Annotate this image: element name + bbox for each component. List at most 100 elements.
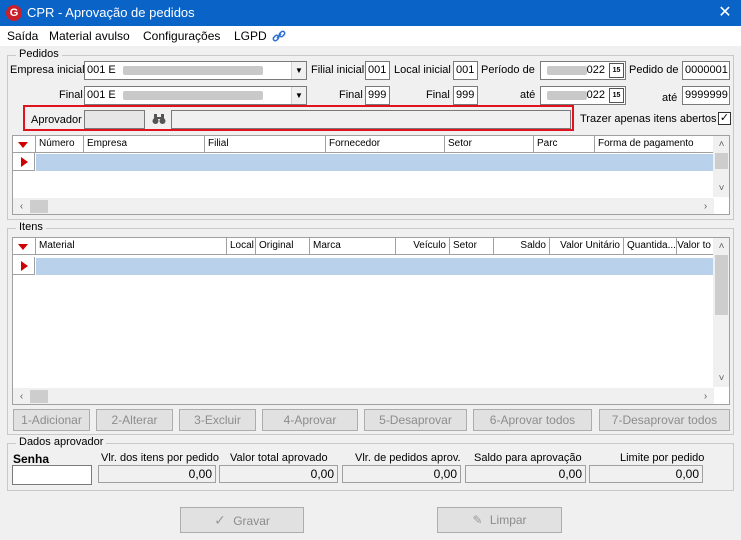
limpar-button[interactable]: ✎ Limpar	[437, 507, 562, 533]
desaprovar-button[interactable]: 5-Desaprovar	[364, 409, 467, 431]
aprovador-code-input[interactable]	[84, 110, 145, 129]
itens-grid-header: Material Local Original Marca Veículo Se…	[13, 238, 714, 255]
pedido-de-label: Pedido de	[629, 64, 679, 76]
periodo-de-label: Período de	[481, 64, 535, 76]
pedido-de-input[interactable]: 0000001	[682, 61, 730, 80]
scroll-right-icon[interactable]: ›	[697, 388, 714, 404]
vlr-itens-label: Vlr. dos itens por pedido	[101, 452, 220, 464]
scroll-down-icon[interactable]: ˅	[713, 370, 729, 387]
col-filial[interactable]: Filial	[205, 136, 326, 153]
col-material[interactable]: Material	[36, 238, 227, 255]
col-quantidade[interactable]: Quantida...	[624, 238, 677, 255]
col-local[interactable]: Local	[227, 238, 256, 255]
row-indicator	[13, 257, 35, 275]
empresa-inicial-label: Empresa inicial	[10, 64, 85, 76]
col-forma-pagamento[interactable]: Forma de pagamento	[595, 136, 714, 153]
scroll-up-icon[interactable]: ˄	[713, 238, 729, 255]
vlr-itens-value: 0,00	[98, 465, 216, 483]
chevron-down-icon[interactable]: ▼	[291, 87, 306, 104]
grid-menu-button[interactable]	[13, 238, 36, 255]
calendar-icon[interactable]: 15	[609, 88, 624, 103]
saldo-label: Saldo para aprovação	[474, 452, 582, 464]
row-indicator	[13, 153, 35, 171]
local-final-label: Final	[426, 89, 450, 101]
dados-aprovador-legend: Dados aprovador	[16, 436, 107, 448]
filial-inicial-label: Filial inicial	[311, 64, 365, 76]
close-icon[interactable]: ✕	[714, 2, 736, 24]
senha-label: Senha	[13, 452, 50, 466]
scroll-right-icon[interactable]: ›	[697, 198, 714, 214]
pedidos-grid: Número Empresa Filial Fornecedor Setor P…	[12, 135, 730, 215]
col-veiculo[interactable]: Veículo	[396, 238, 450, 255]
pedido-ate-label: até	[662, 92, 678, 104]
scroll-up-icon[interactable]: ˄	[713, 136, 729, 153]
periodo-de-input[interactable]: 022 15	[540, 61, 626, 80]
calendar-icon[interactable]: 15	[609, 63, 624, 78]
alterar-button[interactable]: 2-Alterar	[96, 409, 173, 431]
menu-saida[interactable]: Saída	[7, 29, 38, 43]
grid-menu-button[interactable]	[13, 136, 36, 153]
local-inicial-input[interactable]: 001	[453, 61, 478, 80]
pedidos-hscroll[interactable]: ‹ ›	[13, 198, 714, 214]
aprovar-todos-button[interactable]: 6-Aprovar todos	[473, 409, 592, 431]
col-saldo[interactable]: Saldo	[494, 238, 550, 255]
col-setor[interactable]: Setor	[445, 136, 534, 153]
itens-hscroll[interactable]: ‹ ›	[13, 388, 714, 404]
senha-input[interactable]	[12, 465, 92, 485]
limite-value: 0,00	[589, 465, 703, 483]
pedidos-vscroll[interactable]: ˄ ˅	[713, 136, 729, 197]
valor-total-value: 0,00	[219, 465, 338, 483]
vlr-pedidos-label: Vlr. de pedidos aprov.	[355, 452, 461, 464]
aprovador-label: Aprovador	[31, 114, 82, 126]
trazer-checkbox[interactable]: ✓	[718, 112, 731, 125]
filial-final-input[interactable]: 999	[365, 86, 390, 105]
col-empresa[interactable]: Empresa	[84, 136, 205, 153]
menu-configuracoes[interactable]: Configurações	[143, 29, 220, 43]
scroll-down-icon[interactable]: ˅	[713, 180, 729, 197]
itens-legend: Itens	[16, 221, 46, 233]
aprovar-button[interactable]: 4-Aprovar	[262, 409, 358, 431]
local-final-input[interactable]: 999	[453, 86, 478, 105]
scroll-left-icon[interactable]: ‹	[13, 388, 30, 404]
trazer-label: Trazer apenas itens abertos	[580, 113, 717, 125]
col-marca[interactable]: Marca	[310, 238, 396, 255]
checkmark-icon: ✓	[214, 512, 226, 528]
menu-material-avulso[interactable]: Material avulso	[49, 29, 130, 43]
title-bar: G CPR - Aprovação de pedidos ✕	[0, 0, 741, 26]
limite-label: Limite por pedido	[620, 452, 705, 464]
itens-grid: Material Local Original Marca Veículo Se…	[12, 237, 730, 405]
gravar-button[interactable]: ✓ Gravar	[180, 507, 304, 533]
col-valor-total[interactable]: Valor to	[677, 238, 714, 255]
itens-vscroll[interactable]: ˄ ˅	[713, 238, 729, 387]
chevron-down-icon[interactable]: ▼	[291, 62, 306, 79]
periodo-ate-input[interactable]: 022 15	[540, 86, 626, 105]
col-parc[interactable]: Parc	[534, 136, 595, 153]
pedidos-legend: Pedidos	[16, 48, 62, 60]
excluir-button[interactable]: 3-Excluir	[179, 409, 256, 431]
aprovador-name-input[interactable]	[171, 110, 571, 129]
filial-inicial-input[interactable]: 001	[365, 61, 390, 80]
binoculars-icon[interactable]	[152, 113, 166, 125]
local-inicial-label: Local inicial	[394, 64, 451, 76]
col-valor-unitario[interactable]: Valor Unitário	[550, 238, 624, 255]
empresa-inicial-select[interactable]: 001 E ▼	[84, 61, 307, 80]
pedido-ate-input[interactable]: 9999999	[682, 86, 730, 105]
col-setor[interactable]: Setor	[450, 238, 494, 255]
scroll-left-icon[interactable]: ‹	[13, 198, 30, 214]
adicionar-button[interactable]: 1-Adicionar	[13, 409, 90, 431]
table-row[interactable]	[36, 258, 714, 275]
app-logo-icon: G	[6, 5, 22, 21]
table-row[interactable]	[36, 154, 714, 171]
window-title: CPR - Aprovação de pedidos	[27, 5, 195, 20]
menu-bar: Saída Material avulso Configurações LGPD	[0, 26, 741, 46]
menu-lgpd[interactable]: LGPD	[234, 29, 267, 43]
desaprovar-todos-button[interactable]: 7-Desaprovar todos	[599, 409, 730, 431]
empresa-final-label: Final	[59, 89, 83, 101]
vlr-pedidos-value: 0,00	[342, 465, 461, 483]
col-numero[interactable]: Número	[36, 136, 84, 153]
col-fornecedor[interactable]: Fornecedor	[326, 136, 445, 153]
link-icon[interactable]	[272, 29, 286, 43]
empresa-final-select[interactable]: 001 E ▼	[84, 86, 307, 105]
periodo-ate-label: até	[520, 89, 536, 101]
col-original[interactable]: Original	[256, 238, 310, 255]
